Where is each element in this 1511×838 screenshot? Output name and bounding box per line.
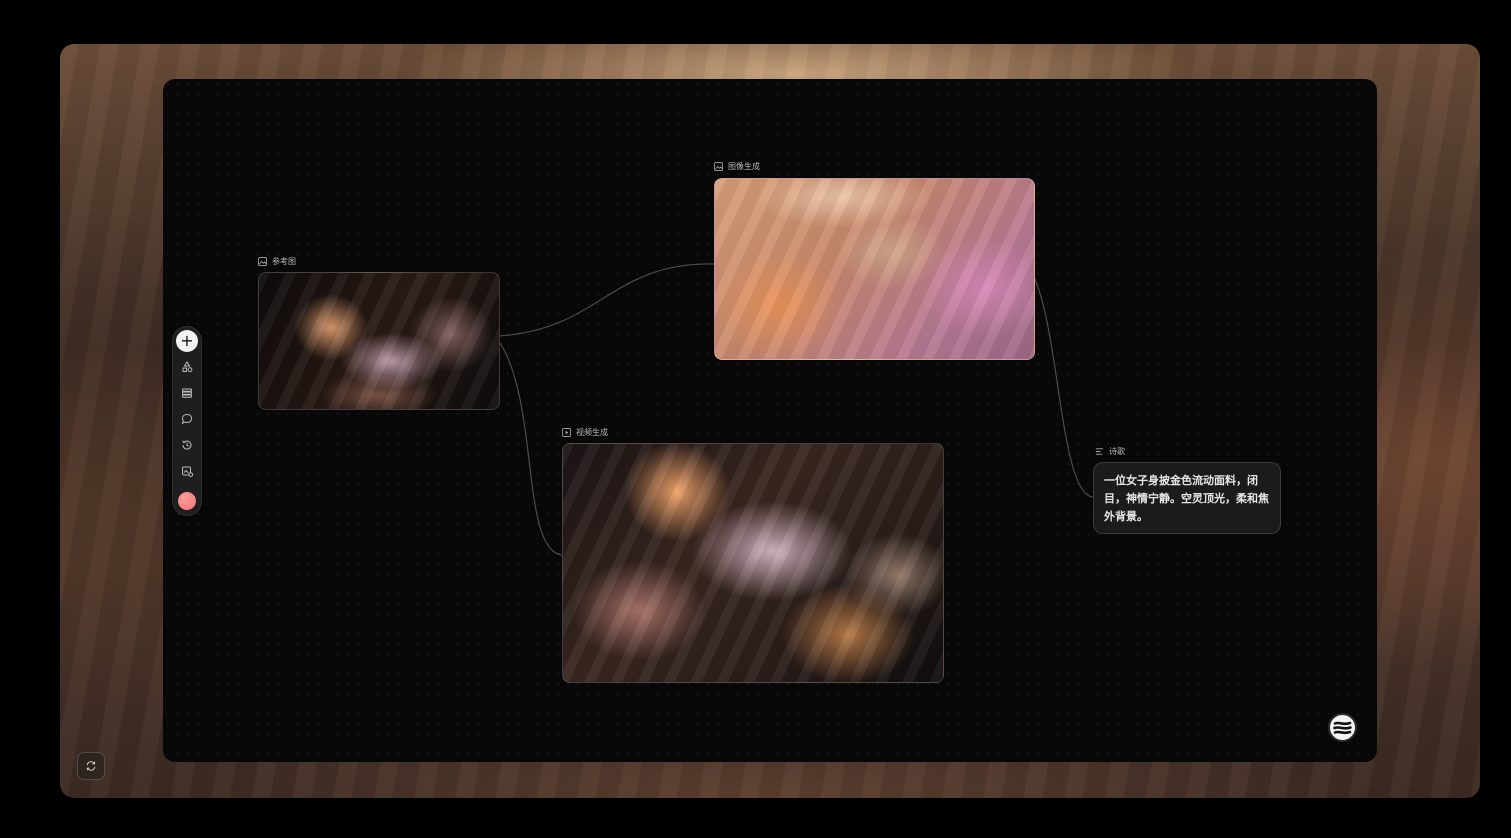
reference-image-node[interactable]	[258, 272, 500, 410]
node-label-reference: 参考图	[258, 256, 296, 267]
brand-logo[interactable]	[1328, 713, 1357, 742]
node-label-poem: 诗歌	[1095, 446, 1125, 457]
text-lines-icon	[1095, 448, 1104, 455]
image-icon	[258, 257, 267, 266]
assets-button[interactable]	[179, 463, 195, 479]
node-label-video-gen: 视频生成	[562, 427, 608, 438]
refresh-icon	[86, 761, 96, 771]
node-title: 参考图	[272, 257, 296, 266]
logo-icon	[1333, 721, 1352, 735]
shapes-icon	[182, 361, 193, 373]
chat-icon	[181, 413, 193, 425]
image-texture	[715, 179, 1034, 359]
node-label-image-gen: 图像生成	[714, 161, 760, 172]
video-generation-node[interactable]	[562, 443, 944, 683]
shapes-button[interactable]	[179, 359, 195, 375]
chat-button[interactable]	[179, 411, 195, 427]
layers-icon	[182, 388, 192, 398]
fit-view-button[interactable]	[77, 752, 105, 780]
play-icon	[562, 428, 571, 437]
image-generation-node[interactable]	[714, 178, 1035, 360]
history-icon	[182, 440, 192, 450]
left-toolbar: +	[172, 326, 202, 516]
image-texture	[259, 273, 499, 409]
add-node-button[interactable]: +	[176, 330, 198, 352]
node-title: 图像生成	[728, 162, 760, 171]
node-title: 视频生成	[576, 428, 608, 437]
image-texture	[563, 444, 943, 682]
image-icon	[714, 162, 723, 171]
user-avatar[interactable]	[178, 492, 196, 510]
assets-icon	[182, 466, 194, 477]
layers-button[interactable]	[179, 385, 195, 401]
poem-text-node[interactable]: 一位女子身披金色流动面料，闭目，神情宁静。空灵顶光，柔和焦外背景。	[1093, 462, 1281, 534]
poem-text: 一位女子身披金色流动面料，闭目，神情宁静。空灵顶光，柔和焦外背景。	[1104, 474, 1269, 523]
history-button[interactable]	[179, 437, 195, 453]
node-title: 诗歌	[1109, 447, 1125, 456]
